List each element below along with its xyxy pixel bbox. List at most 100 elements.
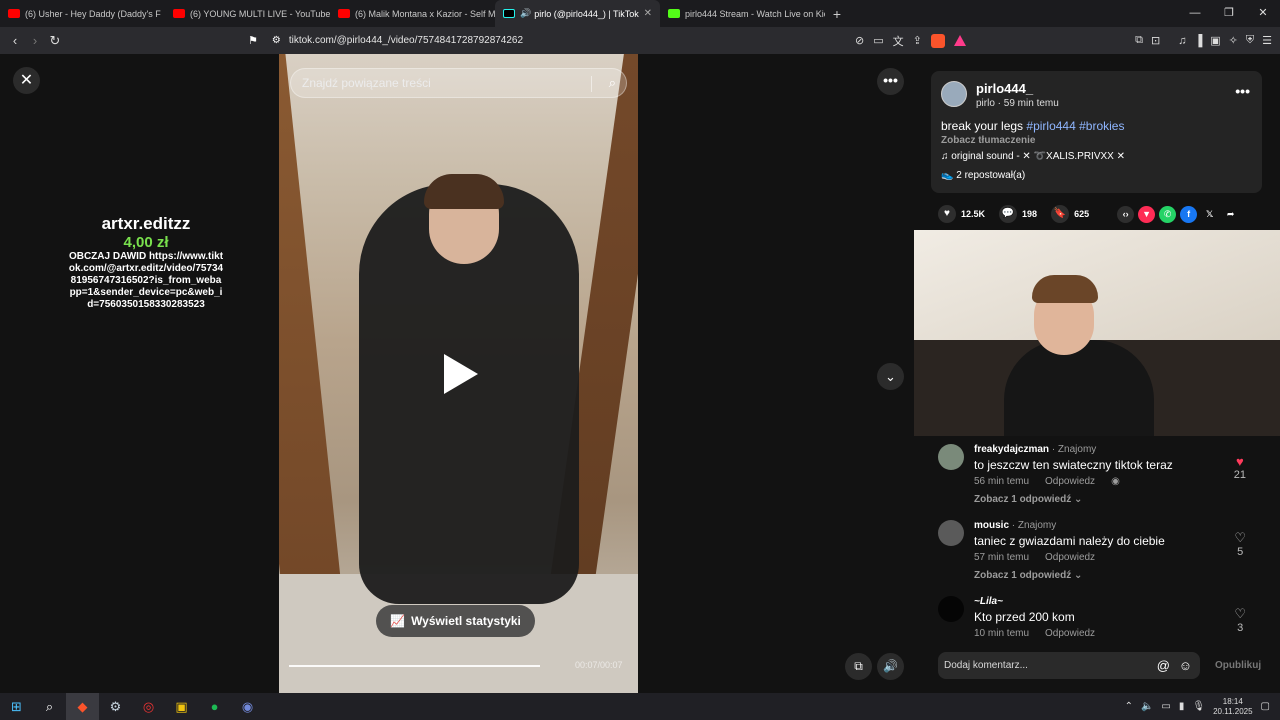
- facebook-icon[interactable]: f: [1180, 205, 1198, 223]
- leo-ai-icon[interactable]: ✧: [1229, 34, 1238, 47]
- comment-author[interactable]: mousic · Znajomy: [974, 520, 1056, 531]
- reader-mode-icon[interactable]: ⊘: [855, 34, 864, 47]
- app-icon[interactable]: ▣: [165, 693, 198, 720]
- close-viewer-button[interactable]: ✕: [13, 67, 40, 94]
- like-button[interactable]: ♥ 12.5K: [938, 205, 985, 223]
- comment-like-button[interactable]: ♡ 3: [1234, 606, 1246, 634]
- tab-kick[interactable]: pirlo444 Stream - Watch Live on Kick: [660, 0, 825, 27]
- search-icon[interactable]: ⌕: [609, 75, 616, 91]
- tab-tiktok[interactable]: 🔊 pirlo (@pirlo444_) | TikTok ✕: [495, 0, 660, 27]
- tab-young-multi[interactable]: (6) YOUNG MULTI LIVE - YouTube: [165, 0, 330, 27]
- whatsapp-icon[interactable]: ✆: [1159, 205, 1177, 223]
- translate-icon[interactable]: 文: [893, 33, 904, 49]
- restore-icon[interactable]: ❐: [1212, 0, 1246, 27]
- battery-icon[interactable]: ▮: [1179, 701, 1185, 712]
- emoji-icon[interactable]: ☺: [1179, 652, 1192, 679]
- comment-author[interactable]: ~Lila~: [974, 596, 1003, 607]
- toolbar-icons: ⧉ ⊡ ♫ ▐ ▣ ✧ ⛨ ☰: [1135, 27, 1272, 54]
- spotify-icon[interactable]: ●: [198, 693, 231, 720]
- play-icon[interactable]: [444, 354, 478, 394]
- publish-button[interactable]: Opublikuj: [1215, 660, 1261, 671]
- video-player[interactable]: Znajdź powiązane treści ⌕ 📈 Wyświetl sta…: [279, 54, 638, 693]
- avatar[interactable]: [938, 520, 964, 546]
- comment-author[interactable]: freakydajczman · Znajomy: [974, 444, 1096, 455]
- kick-icon: [668, 9, 680, 18]
- new-tab-button[interactable]: +: [825, 6, 849, 22]
- next-video-button[interactable]: ⌄: [877, 363, 904, 390]
- clock[interactable]: 18:14 20.11.2025: [1213, 697, 1252, 717]
- x-icon[interactable]: 𝕏: [1201, 205, 1219, 223]
- site-info-icon[interactable]: ⚙: [272, 35, 281, 46]
- sound-link[interactable]: ♫ original sound - ✕ ➰XALIS.PRIVXX ✕: [941, 151, 1125, 162]
- comment-like-button[interactable]: ♥ 21: [1234, 454, 1246, 481]
- discord-icon[interactable]: ◉: [231, 693, 264, 720]
- author-username[interactable]: pirlo444_: [976, 81, 1033, 96]
- bookmark-icon[interactable]: ⚑: [248, 34, 258, 47]
- volume-button[interactable]: 🔊: [877, 653, 904, 680]
- tab-usher[interactable]: (6) Usher - Hey Daddy (Daddy's F: [0, 0, 165, 27]
- minimize-icon[interactable]: —: [1178, 0, 1212, 27]
- mini-player-button[interactable]: ⧉: [845, 653, 872, 680]
- chevron-up-icon[interactable]: ⌃: [1125, 701, 1133, 712]
- reply-button[interactable]: Odpowiedz: [1045, 628, 1095, 639]
- comment-like-button[interactable]: ♡ 5: [1234, 530, 1246, 558]
- speaker-tray-icon[interactable]: 🔈: [1141, 701, 1153, 712]
- post-options-icon[interactable]: •••: [1235, 83, 1250, 99]
- back-icon[interactable]: ‹: [5, 33, 25, 48]
- steam-icon[interactable]: ⚙: [99, 693, 132, 720]
- comment-item: freakydajczman · Znajomy to jeszczw ten …: [938, 444, 1258, 510]
- comment-input[interactable]: Dodaj komentarz... @ ☺: [938, 652, 1200, 679]
- reload-icon[interactable]: ↻: [45, 33, 65, 49]
- start-icon[interactable]: ⊞: [0, 693, 33, 720]
- reposts-label[interactable]: 👟 2 repostował(a): [941, 170, 1025, 181]
- share-icon[interactable]: ⇪: [913, 34, 922, 47]
- youtube-icon: [173, 9, 185, 18]
- search-icon[interactable]: ⌕: [33, 693, 66, 720]
- comment-item: mousic · Znajomy taniec z gwiazdami nale…: [938, 520, 1258, 586]
- comment-meta: 57 min temu Odpowiedz: [974, 552, 1096, 563]
- vpn-icon[interactable]: ⛨: [1246, 34, 1254, 47]
- avatar[interactable]: [938, 444, 964, 470]
- close-tab-icon[interactable]: ✕: [644, 8, 652, 19]
- tab-malik-montana[interactable]: (6) Malik Montana x Kazior - Self Ma: [330, 0, 495, 27]
- mic-icon[interactable]: 🎙: [1192, 701, 1205, 712]
- brave-shield-icon[interactable]: [930, 33, 945, 48]
- reply-button[interactable]: Odpowiedz: [1045, 552, 1095, 563]
- description-text: break your legs: [941, 119, 1027, 133]
- related-search-input[interactable]: Znajdź powiązane treści ⌕: [290, 68, 627, 98]
- hashtags[interactable]: #pirlo444 #brokies: [1026, 119, 1124, 133]
- repost-icon[interactable]: ▼: [1138, 205, 1156, 223]
- progress-bar[interactable]: [289, 665, 540, 667]
- comments-button[interactable]: 💬 198: [999, 205, 1037, 223]
- brave-taskbar-icon[interactable]: ◆: [66, 693, 99, 720]
- view-replies-link[interactable]: Zobacz 1 odpowiedź ⌄: [974, 570, 1082, 581]
- close-window-icon[interactable]: ✕: [1246, 0, 1280, 27]
- reply-button[interactable]: Odpowiedz: [1045, 476, 1095, 487]
- view-stats-button[interactable]: 📈 Wyświetl statystyki: [376, 605, 535, 637]
- save-button[interactable]: 🔖 625: [1051, 205, 1089, 223]
- share-arrow-icon[interactable]: ➦: [1222, 205, 1240, 223]
- avatar[interactable]: [941, 81, 967, 107]
- forward-icon[interactable]: ›: [25, 33, 45, 48]
- embed-icon[interactable]: ‹›: [1117, 205, 1135, 223]
- menu-icon[interactable]: ☰: [1262, 34, 1272, 47]
- wallet-icon[interactable]: ▣: [1210, 34, 1220, 47]
- screenshot-icon[interactable]: ⊡: [1151, 34, 1160, 47]
- avatar[interactable]: [938, 596, 964, 622]
- live-stream-thumbnail[interactable]: [914, 230, 1280, 436]
- more-options-button[interactable]: •••: [877, 68, 904, 95]
- view-replies-link[interactable]: Zobacz 1 odpowiedź ⌄: [974, 494, 1082, 505]
- see-translation-link[interactable]: Zobacz tłumaczenie: [941, 135, 1035, 146]
- extensions-icon[interactable]: ⧉: [1135, 34, 1143, 47]
- media-icon[interactable]: ♫: [1178, 35, 1186, 47]
- cast-icon[interactable]: ▭: [873, 34, 883, 47]
- speaker-icon[interactable]: 🔊: [520, 8, 531, 19]
- tiktok-icon: [503, 9, 515, 18]
- brave-rewards-icon[interactable]: [953, 35, 966, 46]
- url-text[interactable]: tiktok.com/@pirlo444_/video/757484172879…: [289, 35, 523, 46]
- app-icon[interactable]: ◎: [132, 693, 165, 720]
- notification-icon[interactable]: ▢: [1261, 701, 1270, 712]
- sidebar-icon[interactable]: ▐: [1194, 35, 1202, 47]
- mention-icon[interactable]: @: [1157, 652, 1170, 679]
- network-icon[interactable]: ▭: [1161, 701, 1170, 712]
